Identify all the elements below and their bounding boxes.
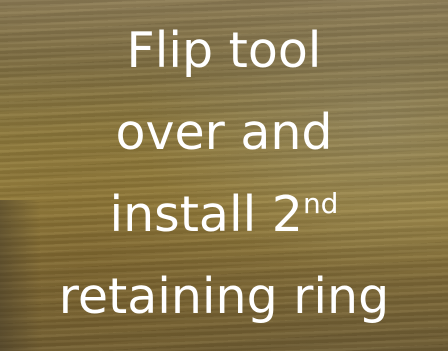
ordinal-suffix: nd — [302, 187, 339, 220]
caption-line-2: over and — [115, 104, 333, 161]
caption-line-3-text: install 2 — [109, 186, 303, 243]
caption-line-4: retaining ring — [58, 268, 390, 325]
instruction-slide: Flip tool over and install 2nd retaining… — [0, 0, 448, 351]
instruction-caption: Flip tool over and install 2nd retaining… — [0, 10, 448, 338]
caption-line-3: install 2nd — [0, 174, 448, 256]
caption-line-1: Flip tool — [126, 22, 322, 79]
